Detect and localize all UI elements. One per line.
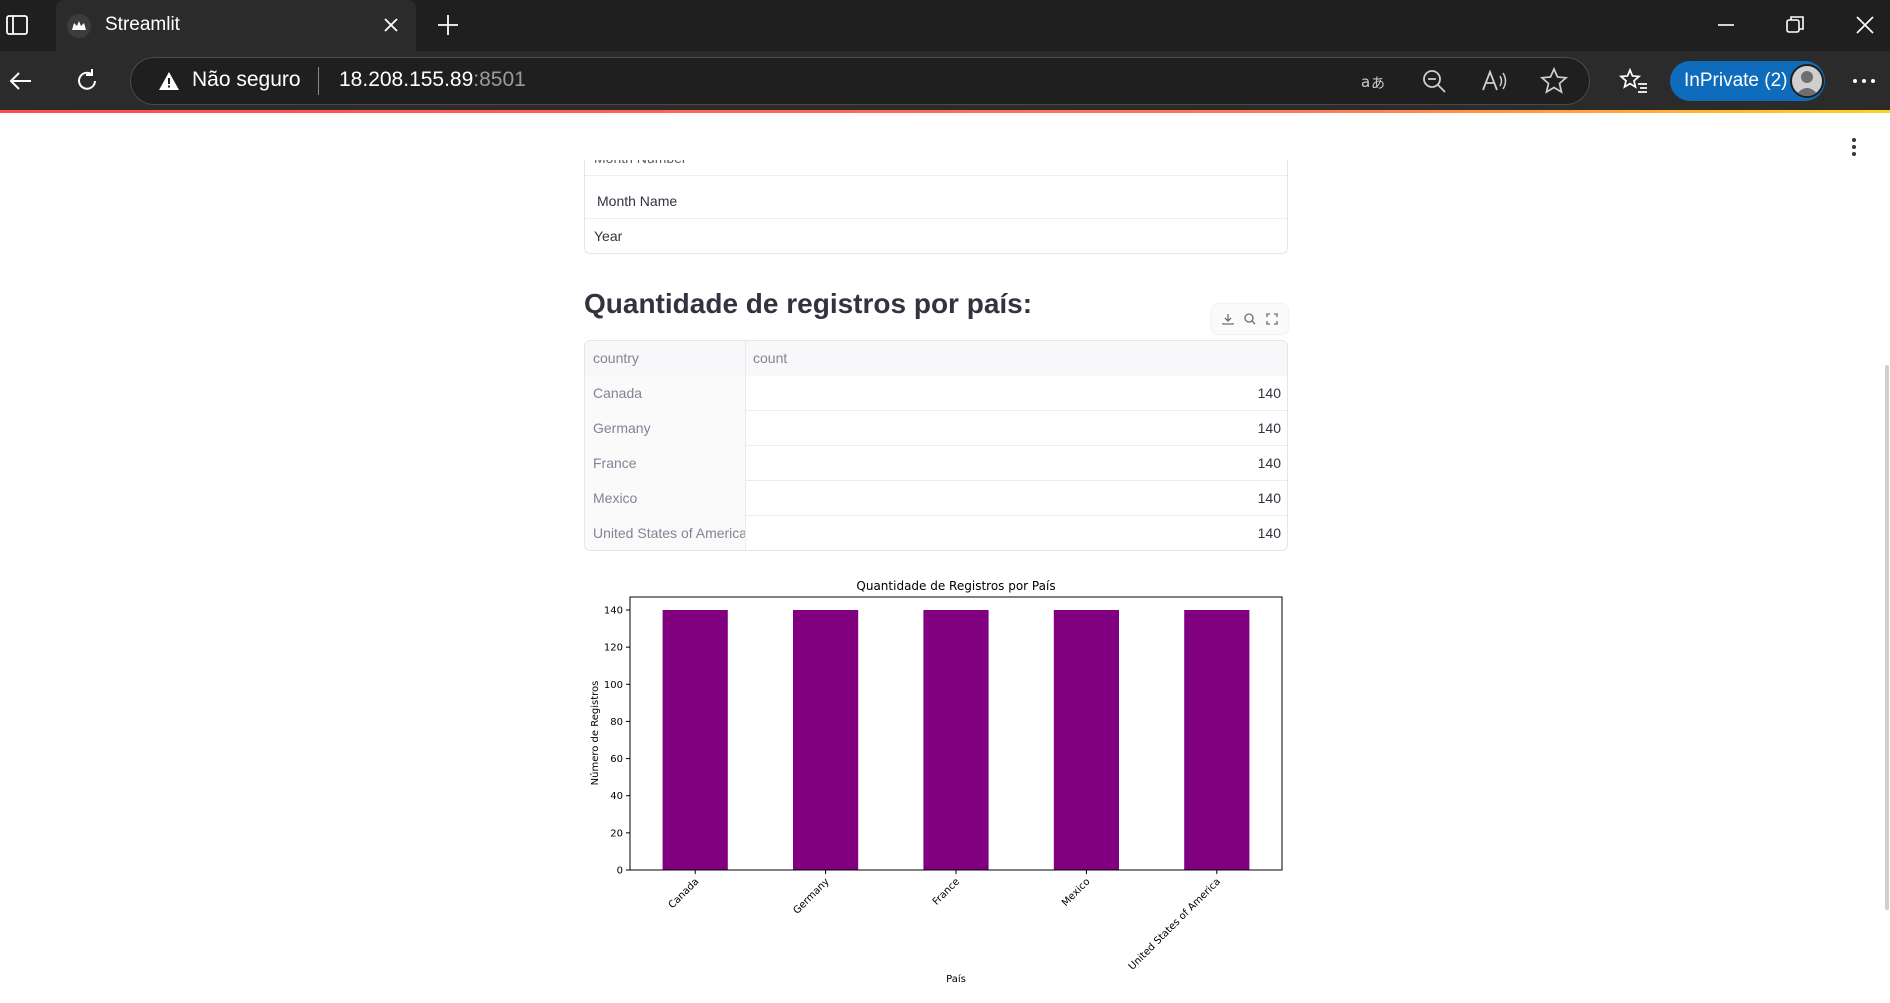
y-tick-label: 40 [610, 791, 623, 802]
y-axis-label: Número de Registros [589, 681, 601, 786]
table-cell-count[interactable]: 140 [746, 481, 1287, 516]
url-text[interactable]: 18.208.155.89:8501 [339, 68, 526, 92]
translate-icon[interactable]: a あ [1359, 66, 1389, 96]
options-list: Month Number Month Name Year [584, 160, 1288, 254]
bar [793, 610, 859, 870]
restore-icon[interactable] [1782, 12, 1808, 38]
search-icon[interactable] [1242, 311, 1258, 327]
table-row: United States of America 140 [585, 516, 1287, 550]
section-title: Quantidade de registros por país: [584, 288, 1033, 319]
table-cell-count[interactable]: 140 [746, 446, 1287, 481]
zoom-out-icon[interactable] [1419, 66, 1449, 96]
x-tick-label: Canada [667, 876, 702, 911]
minimize-icon[interactable] [1713, 12, 1739, 38]
list-item[interactable]: Month Name [585, 184, 1287, 219]
streamlit-top-decoration [0, 110, 1890, 113]
x-tick-label: United States of America [1127, 876, 1223, 972]
close-tab-icon[interactable] [380, 14, 402, 36]
table-header-row: country count [585, 341, 1287, 376]
url-port: :8501 [473, 68, 526, 91]
column-header-count[interactable]: count [746, 341, 1287, 376]
security-label[interactable]: Não seguro [192, 68, 301, 92]
inprivate-label: InPrivate (2) [1684, 70, 1788, 91]
table-cell-country[interactable]: France [585, 446, 746, 481]
svg-text:a: a [1361, 73, 1370, 91]
favorites-list-icon[interactable] [1619, 66, 1649, 96]
close-window-icon[interactable] [1852, 12, 1878, 38]
more-options-icon[interactable] [1849, 66, 1879, 96]
y-tick-label: 80 [610, 717, 623, 728]
avatar[interactable] [1790, 64, 1824, 98]
y-tick-label: 0 [617, 866, 623, 877]
x-axis-label: País [946, 973, 966, 985]
column-header-country[interactable]: country [585, 341, 746, 376]
svg-text:あ: あ [1371, 76, 1385, 92]
url-host: 18.208.155.89 [339, 68, 474, 91]
table-cell-count[interactable]: 140 [746, 411, 1287, 446]
table-row: Canada 140 [585, 376, 1287, 411]
chart-title: Quantidade de Registros por País [856, 579, 1055, 593]
x-tick-label: France [931, 876, 962, 907]
x-tick-label: Mexico [1060, 876, 1092, 908]
table-cell-country[interactable]: Mexico [585, 481, 746, 516]
bar [662, 610, 728, 870]
download-icon[interactable] [1220, 311, 1236, 327]
dataframe-table[interactable]: country count Canada 140 Germany 140 Fra… [584, 340, 1288, 551]
table-cell-country[interactable]: Canada [585, 376, 746, 411]
vertical-tabs-icon[interactable] [4, 12, 30, 38]
tab-title: Streamlit [105, 14, 180, 35]
list-item[interactable]: Month Number [585, 160, 1287, 176]
main-menu-icon[interactable] [1842, 135, 1866, 159]
bar [923, 610, 989, 870]
y-tick-label: 140 [604, 606, 623, 617]
list-item[interactable]: Year [585, 219, 1287, 253]
favorite-star-icon[interactable] [1539, 66, 1569, 96]
table-cell-country[interactable]: United States of America [585, 516, 746, 550]
bar [1184, 610, 1250, 870]
y-tick-label: 120 [604, 643, 623, 654]
x-tick-label: Germany [791, 876, 831, 916]
new-tab-icon[interactable] [435, 12, 461, 38]
y-tick-label: 100 [604, 680, 623, 691]
table-cell-count[interactable]: 140 [746, 376, 1287, 411]
streamlit-favicon-icon [67, 14, 91, 38]
table-row: France 140 [585, 446, 1287, 481]
y-tick-label: 20 [610, 828, 623, 839]
table-cell-count[interactable]: 140 [746, 516, 1287, 550]
chart-marks: 0 20 40 60 80 100 120 140 Canada Germany France Mex… [604, 606, 1250, 972]
fullscreen-icon[interactable] [1264, 311, 1280, 327]
table-row: Mexico 140 [585, 481, 1287, 516]
y-tick-label: 60 [610, 754, 623, 765]
back-arrow-icon[interactable] [6, 66, 36, 96]
read-aloud-icon[interactable] [1479, 66, 1509, 96]
table-row: Germany 140 [585, 411, 1287, 446]
table-cell-country[interactable]: Germany [585, 411, 746, 446]
bar-chart: Quantidade de Registros por País País Nú… [589, 579, 1283, 985]
warning-icon[interactable] [158, 70, 180, 92]
refresh-icon[interactable] [72, 66, 102, 96]
url-separator [318, 67, 319, 95]
scrollbar-thumb[interactable] [1885, 365, 1889, 910]
bar [1053, 610, 1119, 870]
